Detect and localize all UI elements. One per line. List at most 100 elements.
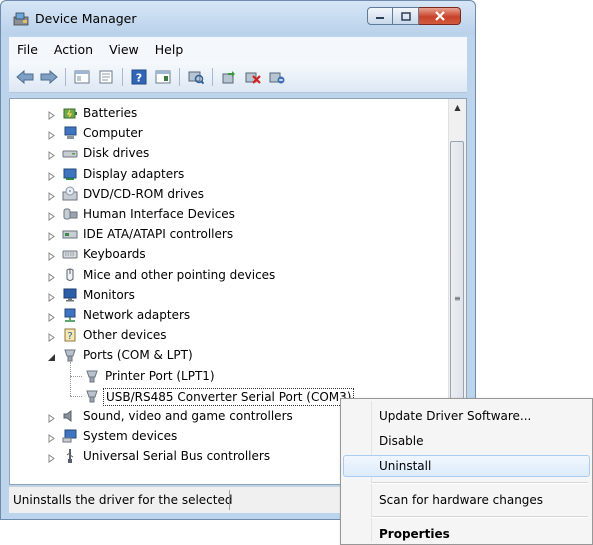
uninstall-button[interactable] [243,67,263,87]
battery-icon [62,105,78,121]
help-button[interactable]: ? [129,67,149,87]
dvd-drive-icon [62,186,78,202]
expand-arrow-icon[interactable] [47,129,56,141]
svg-text:?: ? [136,71,142,84]
scan-hardware-icon [188,71,204,84]
expand-arrow-icon[interactable] [47,412,56,423]
properties-icon [99,70,113,83]
expand-arrow-icon[interactable] [47,331,56,343]
menu-action[interactable]: Action [46,42,101,57]
toolbar-separator [122,67,123,86]
tree-item-label: Sound, video and game controllers [83,409,293,423]
view-button[interactable] [153,67,173,87]
status-text: Uninstalls the driver for the selected [13,493,233,507]
back-button[interactable] [15,67,35,87]
back-icon [16,69,34,84]
expand-arrow-icon[interactable] [47,250,56,262]
menu-view[interactable]: View [101,42,147,57]
computer-icon [62,125,78,141]
scroll-up-arrow[interactable]: ▲ [449,99,466,116]
forward-button[interactable] [39,67,59,87]
update-driver-icon [222,70,235,83]
toolbar-separator [212,67,213,86]
title-bar[interactable]: Device Manager [1,1,475,35]
tree-item[interactable]: Computer [10,123,430,143]
menu-disable[interactable]: Disable [343,430,590,452]
expand-arrow-icon[interactable] [47,452,56,464]
maximize-button[interactable] [393,7,419,25]
help-icon: ? [131,69,147,84]
expand-arrow-icon[interactable] [47,109,56,120]
tree-guide-line [70,375,82,377]
port-icon [84,368,100,384]
context-menu-separator [371,482,588,484]
scan-hardware-button[interactable] [186,67,206,87]
tree-item-label: Ports (COM & LPT) [83,348,193,363]
close-button[interactable] [419,7,461,25]
expand-arrow-icon[interactable] [47,190,56,201]
tree-item[interactable]: Human Interface Devices [10,204,430,224]
tree-item-label: IDE ATA/ATAPI controllers [83,227,234,242]
menu-properties[interactable]: Properties [343,523,590,545]
console-tree-icon [74,70,90,83]
menu-scan-hardware[interactable]: Scan for hardware changes [343,489,590,511]
tree-item-label: Mice and other pointing devices [83,267,276,282]
disable-icon [269,72,285,83]
expand-arrow-icon[interactable] [47,170,56,181]
port-icon [84,388,100,404]
monitor-icon [62,287,78,303]
tree-item-label: Printer Port (LPT1) [105,368,215,383]
tree-item[interactable]: Network adapters [10,305,430,325]
expand-arrow-icon[interactable] [47,230,56,242]
menu-update-driver-label: Update Driver Software... [379,409,532,423]
tree-item[interactable]: Batteries [10,103,430,123]
tree-item-label: Keyboards [83,247,146,262]
tree-guide-line [70,395,82,397]
expand-arrow-icon[interactable] [47,149,56,161]
disable-button[interactable] [267,67,287,87]
disk-drive-icon [62,145,78,161]
toolbar: ? [9,61,467,93]
console-tree-button[interactable] [72,67,92,87]
menu-uninstall[interactable]: Uninstall [343,455,590,477]
tree-item[interactable]: Monitors [10,285,430,305]
close-icon [434,11,445,21]
tree-item[interactable]: Mice and other pointing devices [10,265,430,285]
maximize-icon [400,11,411,21]
toolbar-separator [179,67,180,86]
menu-update-driver[interactable]: Update Driver Software... [343,405,590,427]
mouse-icon [62,267,78,283]
usb-icon [62,448,78,464]
tree-item[interactable]: ? Other devices [10,325,430,345]
tree-item[interactable]: DVD/CD-ROM drives [10,184,430,204]
uninstall-icon [245,72,261,84]
expand-arrow-icon[interactable] [47,210,56,221]
keyboard-icon [62,246,78,262]
menu-properties-label: Properties [379,527,450,541]
tree-item[interactable]: Ports (COM & LPT) [10,345,430,365]
context-menu: Update Driver Software... Disable Uninst… [340,398,593,545]
minimize-button[interactable] [367,7,393,25]
system-devices-icon [62,428,78,444]
window-title: Device Manager [35,11,137,26]
tree-guide-line [70,361,71,396]
other-devices-icon: ? [62,327,78,343]
tree-item[interactable]: IDE ATA/ATAPI controllers [10,224,430,244]
menu-help[interactable]: Help [147,42,192,57]
display-adapter-icon [62,166,78,182]
tree-item-label: Batteries [83,106,138,120]
tree-item[interactable]: Display adapters [10,164,430,184]
expand-arrow-icon[interactable] [47,271,56,282]
tree-item-label: Human Interface Devices [83,207,235,221]
tree-item-label: Computer [83,126,143,141]
expand-arrow-icon[interactable] [47,291,56,302]
expand-arrow-icon[interactable] [47,432,56,444]
update-driver-button[interactable] [219,67,239,87]
menu-file[interactable]: File [9,42,46,57]
tree-item[interactable]: Disk drives [10,143,430,163]
collapse-arrow-icon[interactable] [47,351,56,362]
expand-arrow-icon[interactable] [47,311,56,322]
hid-icon [62,206,78,222]
properties-button[interactable] [96,67,116,87]
tree-item[interactable]: Keyboards [10,244,430,264]
